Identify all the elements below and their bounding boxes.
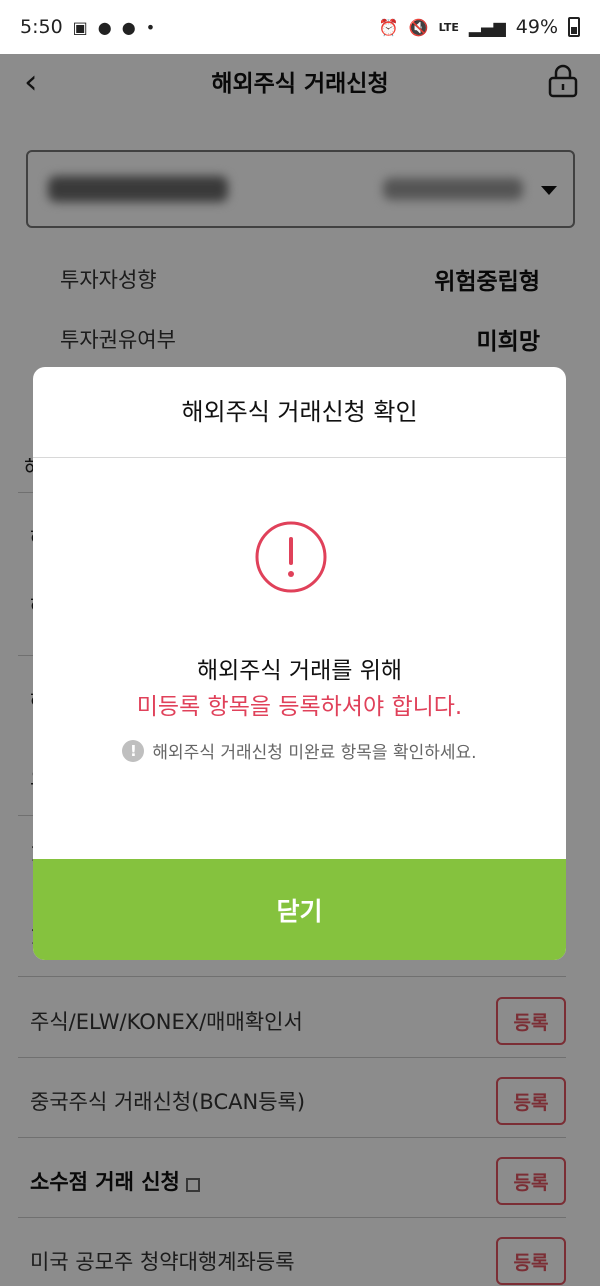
info-exclamation-icon: !	[122, 739, 145, 762]
dialog-message-line2: 미등록 항목을 등록하셔야 합니다.	[136, 694, 463, 720]
dialog-hint-text: 해외주식 거래신청 미완료 항목을 확인하세요.	[152, 743, 477, 763]
gallery-icon: ▣	[72, 17, 88, 37]
dialog-message-line1: 해외주식 거래를 위해	[196, 658, 403, 684]
dialog-title: 해외주식 거래신청 확인	[33, 367, 566, 458]
warning-circle-icon	[255, 521, 327, 593]
signal-icon: ▂▄▆	[468, 17, 506, 37]
network-label: LTE	[438, 20, 459, 34]
battery-icon	[568, 17, 580, 37]
dot-icon: •	[145, 17, 156, 37]
dialog-hint: ! 해외주식 거래신청 미완료 항목을 확인하세요.	[33, 738, 566, 763]
status-bar: 5:50 ▣ ● ● • ⏰ 🔇 LTE ▂▄▆ 49%	[0, 0, 600, 54]
talk-icon: ●	[121, 17, 136, 37]
close-button[interactable]: 닫기	[33, 859, 566, 960]
battery-percent: 49%	[515, 16, 558, 38]
message-icon: ●	[97, 17, 112, 37]
confirm-dialog: 해외주식 거래신청 확인 해외주식 거래를 위해 미등록 항목을 등록하셔야 합…	[33, 367, 566, 960]
status-time: 5:50	[20, 16, 63, 38]
mute-icon: 🔇	[408, 17, 429, 37]
alarm-icon: ⏰	[378, 17, 399, 37]
